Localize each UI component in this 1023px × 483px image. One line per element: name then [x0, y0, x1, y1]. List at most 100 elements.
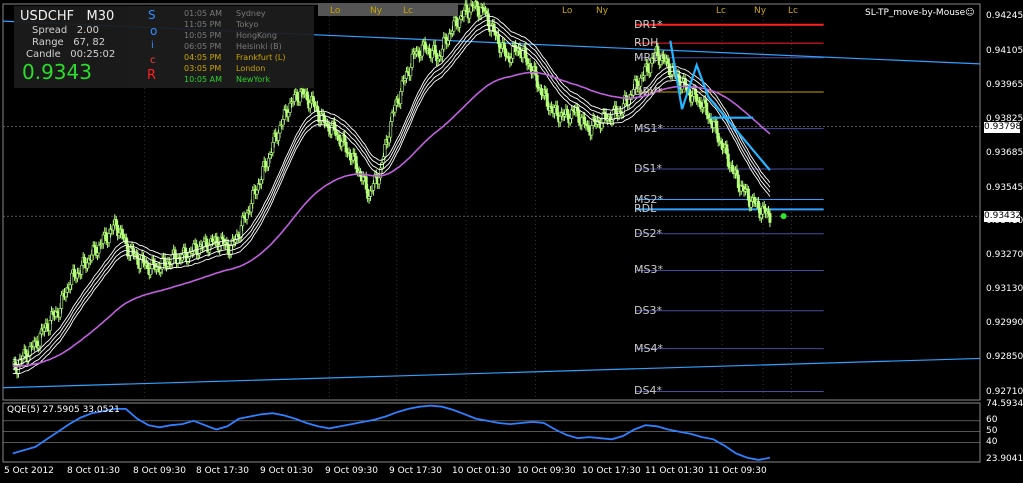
- price-tick: 0.94105: [986, 45, 1023, 56]
- candle-body-65: [104, 232, 108, 242]
- candle-body-167: [251, 190, 255, 204]
- pivot-label: MS1*: [634, 121, 663, 135]
- pivot-label: RDL: [634, 202, 657, 216]
- candle-body-285: [420, 44, 424, 57]
- candle-body-365: [535, 75, 539, 88]
- price-tick: 0.93545: [986, 182, 1023, 193]
- candle-body-292: [430, 50, 434, 59]
- pivot-label: RDH: [634, 36, 659, 50]
- candle-body-34: [60, 294, 64, 309]
- candle-body-67: [107, 233, 111, 243]
- candle-body-142: [215, 236, 219, 243]
- qqe-tick: 50: [986, 425, 998, 436]
- candle-body-324: [476, 5, 480, 17]
- candle-body-278: [410, 53, 414, 68]
- candle-body-74: [117, 232, 121, 236]
- candle-body-183: [274, 132, 278, 138]
- candle-body-179: [268, 154, 272, 159]
- session-marker: Lc: [716, 6, 726, 16]
- candle-body-212: [315, 105, 319, 112]
- pivot-label: MS3*: [634, 263, 663, 277]
- candle-body-192: [287, 112, 291, 118]
- session-marker: Lc: [403, 6, 413, 16]
- qqe-label: QQE(5) 27.5905 33.0521: [7, 405, 120, 415]
- candle-body-306: [450, 30, 454, 34]
- candle-body-263: [389, 121, 393, 138]
- candle-body-342: [502, 42, 506, 50]
- candle-body-277: [409, 66, 413, 77]
- pivot-label: DS3*: [634, 303, 662, 317]
- candle-body-96: [149, 268, 153, 276]
- session-city: NewYork: [236, 75, 271, 84]
- current-price-dot: [780, 213, 787, 220]
- time-tick: 10 Oct 01:30: [452, 466, 511, 476]
- price-tick: 0.92850: [986, 352, 1023, 363]
- candle-body-456: [666, 58, 670, 65]
- candle-body-401: [587, 125, 591, 133]
- candle-body-290: [427, 48, 431, 55]
- candle-body-40: [68, 284, 72, 290]
- candle-body-294: [433, 45, 437, 54]
- time-tick: 10 Oct 17:30: [582, 466, 641, 476]
- candle-body-94: [146, 263, 150, 269]
- session-marker: Lo: [330, 6, 341, 16]
- candle-body-259: [383, 144, 387, 157]
- soir-s: S: [148, 8, 156, 22]
- candle-body-103: [159, 268, 163, 273]
- candle-body-311: [458, 18, 462, 28]
- session-city: London: [236, 64, 266, 73]
- candle-body-343: [504, 48, 508, 57]
- candle-body-19: [38, 333, 42, 347]
- session-time: 01:05 AM: [184, 9, 222, 18]
- candle-body-37: [64, 291, 68, 298]
- pivot-label: MS4*: [634, 341, 663, 355]
- candle-body-501: [731, 165, 735, 172]
- candle-body-173: [259, 179, 263, 185]
- candle-body-196: [292, 94, 296, 102]
- session-marker: Lo: [562, 6, 573, 16]
- candle-body-379: [555, 105, 559, 116]
- price-tick: 0.93965: [986, 79, 1023, 90]
- candle-body-246: [364, 176, 368, 190]
- session-city: Tokyo: [236, 20, 259, 29]
- candle-body-133: [202, 241, 206, 247]
- session-time: 10:05 AM: [184, 75, 222, 84]
- candle-body-217: [323, 115, 327, 124]
- candle-body-527: [768, 212, 772, 223]
- candle-body-24: [45, 323, 49, 329]
- candle-body-152: [229, 244, 233, 255]
- candle-body-486: [709, 117, 713, 125]
- candle-body-372: [545, 93, 549, 107]
- candle-body-122: [186, 257, 190, 262]
- candle-body-55: [90, 254, 94, 261]
- price-tick: 0.94245: [986, 11, 1023, 22]
- candle-body-188: [281, 119, 285, 126]
- candle-body-59: [96, 252, 100, 256]
- session-marker: Ny: [754, 6, 767, 16]
- candle-body-227: [337, 134, 341, 141]
- candle-body-28: [51, 311, 55, 315]
- candle-body-521: [759, 214, 763, 219]
- candle-body-268: [396, 98, 400, 104]
- candle-body-473: [690, 95, 694, 103]
- session-marker: Ny: [370, 6, 383, 16]
- qqe-frame: [2, 402, 981, 463]
- session-time: 03:05 PM: [184, 64, 222, 73]
- candle-body-255: [377, 177, 381, 185]
- candle-body-9: [24, 349, 28, 355]
- candle-body-396: [580, 117, 584, 126]
- candle-body-323: [475, 1, 479, 7]
- candle-body-262: [387, 136, 391, 144]
- qqe-tick: 40: [986, 436, 998, 447]
- candle-body-516: [752, 197, 756, 203]
- time-tick: 11 Oct 09:30: [708, 466, 767, 476]
- candle-body-222: [330, 125, 334, 135]
- candle-body-232: [344, 142, 348, 153]
- qqe-tick: 23.9041: [986, 454, 1023, 464]
- candle-body-491: [716, 132, 720, 143]
- candle-body-163: [245, 212, 249, 220]
- candle-body-205: [305, 91, 309, 101]
- session-city: Helsinki (B): [236, 42, 282, 51]
- candle-body-174: [261, 166, 265, 180]
- symbol-timeframe: USDCHF M30: [20, 9, 115, 24]
